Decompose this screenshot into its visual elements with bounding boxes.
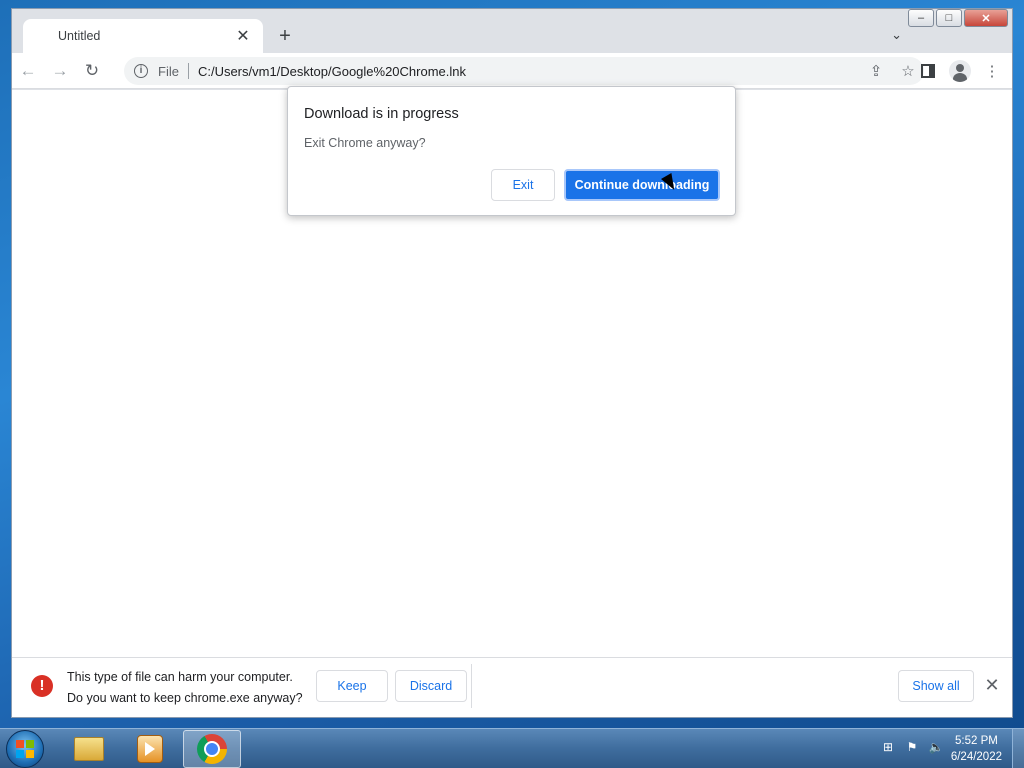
side-panel-icon[interactable] xyxy=(914,57,942,85)
tab-search-chevron-icon[interactable]: ⌄ xyxy=(891,27,902,43)
keep-button[interactable]: Keep xyxy=(316,670,388,702)
shelf-divider xyxy=(471,664,472,708)
forward-arrow-icon[interactable]: → xyxy=(44,55,76,87)
warning-line-2: Do you want to keep chrome.exe anyway? xyxy=(67,691,303,705)
window-controls: – □ ✕ xyxy=(908,9,1008,27)
divider xyxy=(187,63,189,79)
minimize-button[interactable]: – xyxy=(908,9,934,27)
share-icon[interactable]: ⇪ xyxy=(860,62,892,80)
media-player-icon xyxy=(137,735,163,763)
clock[interactable]: 5:52 PM 6/24/2022 xyxy=(951,733,1002,765)
exit-button[interactable]: Exit xyxy=(491,169,555,201)
taskbar: ⊞ ⚑ 🔈 5:52 PM 6/24/2022 xyxy=(0,728,1024,768)
volume-icon[interactable]: 🔈 xyxy=(928,739,944,755)
tab-title: Untitled xyxy=(58,29,101,43)
toolbar-right: ⋮ xyxy=(914,57,1006,85)
clock-time: 5:52 PM xyxy=(955,735,998,747)
maximize-button[interactable]: □ xyxy=(936,9,962,27)
discard-button[interactable]: Discard xyxy=(395,670,467,702)
tab-close-icon[interactable]: ✕ xyxy=(235,26,251,46)
site-info-icon[interactable]: i xyxy=(134,64,148,78)
show-desktop-button[interactable] xyxy=(1012,729,1024,768)
reload-icon[interactable]: ↻ xyxy=(76,55,108,87)
address-bar[interactable]: i File C:/Users/vm1/Desktop/Google%20Chr… xyxy=(124,57,924,85)
exit-confirm-dialog: Download is in progress Exit Chrome anyw… xyxy=(287,86,736,216)
dialog-message: Exit Chrome anyway? xyxy=(304,136,426,150)
folder-icon xyxy=(74,737,104,761)
tab-untitled[interactable]: Untitled ✕ xyxy=(23,19,263,53)
toolbar: ← → ↻ i File C:/Users/vm1/Desktop/Google… xyxy=(12,53,1012,89)
clock-date: 6/24/2022 xyxy=(950,751,1002,763)
back-arrow-icon[interactable]: ← xyxy=(12,55,44,87)
dialog-title: Download is in progress xyxy=(304,106,459,122)
continue-downloading-button[interactable]: Continue downloading xyxy=(564,169,720,201)
menu-kebab-icon[interactable]: ⋮ xyxy=(978,57,1006,85)
download-shelf: ! This type of file can harm your comput… xyxy=(12,657,1012,717)
warning-line-1: This type of file can harm your computer… xyxy=(67,670,293,684)
close-window-button[interactable]: ✕ xyxy=(964,9,1008,27)
tab-strip: Untitled ✕ + ⌄ – □ ✕ xyxy=(12,9,1012,53)
media-player-taskbar-button[interactable] xyxy=(121,730,179,768)
url-scheme: File xyxy=(158,63,179,79)
file-explorer-taskbar-button[interactable] xyxy=(60,730,118,768)
close-shelf-icon[interactable]: ✕ xyxy=(980,675,1004,696)
show-all-button[interactable]: Show all xyxy=(898,670,974,702)
windows-logo-icon xyxy=(16,740,34,758)
action-center-flag-icon[interactable]: ⚑ xyxy=(904,739,920,755)
new-tab-icon[interactable]: + xyxy=(274,25,296,48)
url-text[interactable]: C:/Users/vm1/Desktop/Google%20Chrome.lnk xyxy=(198,64,860,79)
start-button[interactable] xyxy=(6,730,44,768)
download-warning-text: This type of file can harm your computer… xyxy=(67,667,303,709)
chrome-taskbar-button[interactable] xyxy=(183,730,241,768)
network-icon[interactable]: ⊞ xyxy=(880,739,896,755)
system-tray: ⊞ ⚑ 🔈 xyxy=(880,739,944,755)
chrome-icon xyxy=(197,734,227,764)
profile-avatar-icon[interactable] xyxy=(946,57,974,85)
warning-icon: ! xyxy=(31,675,53,697)
